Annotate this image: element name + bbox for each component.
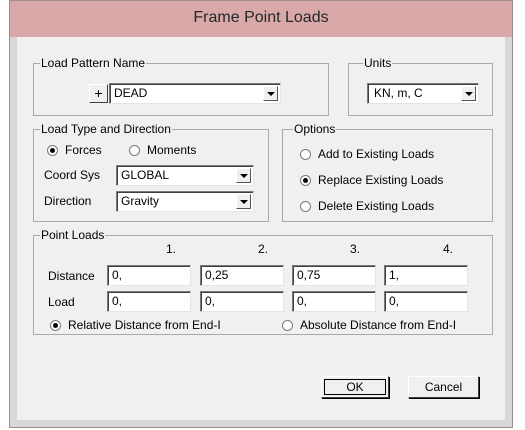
radio-unselected-icon [282,320,293,331]
column-header-4: 4. [443,242,454,256]
units-select[interactable]: KN, m, C [367,83,479,104]
relative-distance-label: Relative Distance from End-I [68,318,221,332]
units-value: KN, m, C [374,86,423,100]
frame-point-loads-dialog: Frame Point Loads Load Pattern Name + DE… [9,0,513,428]
load-pattern-select[interactable]: DEAD [109,83,281,104]
column-header-3: 3. [350,242,361,256]
forces-label: Forces [65,143,102,157]
radio-unselected-icon [300,201,311,212]
distance-field-3[interactable]: 0,75 [292,265,376,286]
load-field-1[interactable]: 0, [107,291,191,312]
moments-label: Moments [147,143,197,157]
chevron-down-icon[interactable] [236,168,251,183]
point-loads-legend: Point Loads [40,228,106,243]
direction-select[interactable]: Gravity [116,191,254,212]
add-load-pattern-button[interactable]: + [89,84,108,103]
delete-existing-loads-radio[interactable]: Delete Existing Loads [300,199,434,213]
cancel-button[interactable]: Cancel [408,376,479,398]
replace-existing-loads-radio[interactable]: Replace Existing Loads [300,173,443,187]
coord-sys-select[interactable]: GLOBAL [116,165,254,186]
radio-unselected-icon [129,145,140,156]
point-loads-group: Point Loads 1. 2. 3. 4. Distance 0, 0,25… [33,228,493,335]
delete-existing-loads-label: Delete Existing Loads [318,199,435,213]
load-field-4[interactable]: 0, [384,291,468,312]
load-type-legend: Load Type and Direction [40,122,172,137]
chevron-down-icon[interactable] [236,194,251,209]
column-header-2: 2. [258,242,269,256]
radio-selected-icon [47,145,58,156]
coord-sys-value: GLOBAL [121,168,170,182]
radio-selected-icon [300,175,311,186]
ok-button[interactable]: OK [321,376,389,398]
direction-value: Gravity [121,194,160,208]
relative-distance-radio[interactable]: Relative Distance from End-I [50,318,221,332]
chevron-down-icon[interactable] [263,86,278,101]
load-label: Load [48,295,75,309]
distance-label: Distance [48,269,95,283]
options-legend: Options [293,122,337,137]
load-type-group: Load Type and Direction Forces Moments C… [33,122,269,222]
distance-field-2[interactable]: 0,25 [200,265,284,286]
load-pattern-value: DEAD [114,86,148,100]
coord-sys-label: Coord Sys [44,168,101,182]
add-existing-loads-radio[interactable]: Add to Existing Loads [300,147,434,161]
load-pattern-group: Load Pattern Name + DEAD [33,56,329,116]
load-field-3[interactable]: 0, [292,291,376,312]
chevron-down-icon[interactable] [461,86,476,101]
options-group: Options Add to Existing Loads Replace Ex… [282,122,493,222]
replace-existing-loads-label: Replace Existing Loads [318,173,444,187]
units-legend: Units [363,56,393,71]
units-group: Units KN, m, C [348,56,493,116]
forces-radio[interactable]: Forces [47,143,102,157]
load-field-2[interactable]: 0, [200,291,284,312]
radio-selected-icon [50,320,61,331]
absolute-distance-label: Absolute Distance from End-I [300,318,457,332]
column-header-1: 1. [166,242,177,256]
dialog-client-area: Load Pattern Name + DEAD Units KN, m, C … [17,37,505,420]
distance-field-1[interactable]: 0, [107,265,191,286]
dialog-title: Frame Point Loads [10,1,512,37]
load-pattern-legend: Load Pattern Name [40,56,147,71]
radio-unselected-icon [300,149,311,160]
add-existing-loads-label: Add to Existing Loads [318,147,435,161]
absolute-distance-radio[interactable]: Absolute Distance from End-I [282,318,456,332]
direction-label: Direction [44,194,92,208]
moments-radio[interactable]: Moments [129,143,196,157]
distance-field-4[interactable]: 1, [384,265,468,286]
